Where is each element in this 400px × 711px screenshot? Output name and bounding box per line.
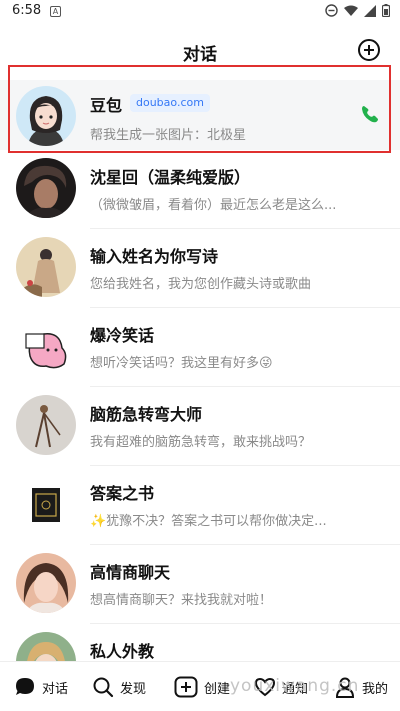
chat-name: 高情商聊天 bbox=[90, 563, 171, 582]
avatar bbox=[16, 474, 76, 534]
chat-item[interactable]: 高情商聊天 想高情商聊天？来找我就对啦！ bbox=[0, 545, 400, 624]
chat-name: 输入姓名为你写诗 bbox=[90, 247, 219, 266]
nav-discover-label: 发现 bbox=[120, 681, 147, 697]
signal-icon bbox=[364, 4, 376, 17]
status-time: 6:58 bbox=[12, 3, 42, 18]
avatar bbox=[16, 237, 76, 297]
chat-preview: 想高情商聊天？来找我就对啦！ bbox=[90, 593, 273, 608]
chat-name: 私人外教 bbox=[90, 642, 155, 661]
do-not-disturb-icon bbox=[325, 4, 338, 17]
chat-list: 豆包 doubao.com 帮我生成一张图片：北极星 沈星回（温柔纯爱版） （微… bbox=[0, 80, 400, 703]
chat-preview: 您给我姓名，我为您创作藏头诗或歌曲 bbox=[90, 277, 312, 292]
chat-item[interactable]: 爆冷笑话 想听冷笑话吗？我这里有好多😜 bbox=[0, 308, 400, 387]
nav-discover[interactable]: 发现 bbox=[92, 676, 146, 698]
nav-create[interactable]: 创建 bbox=[174, 676, 230, 698]
chat-item[interactable]: 脑筋急转弯大师 我有超难的脑筋急转弯，敢来挑战吗？ bbox=[0, 387, 400, 466]
chat-name: 答案之书 bbox=[90, 484, 155, 503]
search-icon bbox=[93, 677, 114, 698]
highlight-box bbox=[8, 65, 391, 153]
status-bar: 6:58 A bbox=[0, 0, 400, 24]
avatar bbox=[16, 316, 76, 376]
status-icons bbox=[325, 4, 390, 17]
add-chat-button[interactable] bbox=[358, 39, 380, 61]
wifi-icon bbox=[344, 5, 358, 16]
nav-create-label: 创建 bbox=[204, 681, 231, 697]
chat-item[interactable]: 答案之书 ✨犹豫不决？答案之书可以帮你做决定... bbox=[0, 466, 400, 545]
page-title: 对话 bbox=[183, 45, 217, 65]
chat-name: 沈星回（温柔纯爱版） bbox=[90, 168, 251, 187]
chat-preview: （微微皱眉，看着你）最近怎么老是这么... bbox=[90, 198, 337, 213]
chat-name: 脑筋急转弯大师 bbox=[90, 405, 203, 424]
watermark: youxiwang.cn bbox=[230, 676, 360, 696]
nav-chat[interactable]: 对话 bbox=[14, 676, 68, 698]
nav-chat-label: 对话 bbox=[42, 681, 69, 697]
chat-bubble-icon bbox=[16, 678, 34, 695]
avatar bbox=[16, 553, 76, 613]
notification-icon: A bbox=[50, 6, 61, 17]
avatar bbox=[16, 158, 76, 218]
battery-icon bbox=[382, 4, 390, 17]
create-icon bbox=[174, 676, 198, 698]
chat-item[interactable]: 沈星回（温柔纯爱版） （微微皱眉，看着你）最近怎么老是这么... bbox=[0, 150, 400, 229]
chat-preview: ✨犹豫不决？答案之书可以帮你做决定... bbox=[90, 514, 327, 529]
chat-preview: 想听冷笑话吗？我这里有好多😜 bbox=[90, 356, 273, 371]
nav-me-label: 我的 bbox=[362, 681, 389, 697]
chat-item[interactable]: 输入姓名为你写诗 您给我姓名，我为您创作藏头诗或歌曲 bbox=[0, 229, 400, 308]
avatar bbox=[16, 395, 76, 455]
chat-name: 爆冷笑话 bbox=[90, 326, 155, 345]
chat-preview: 我有超难的脑筋急转弯，敢来挑战吗？ bbox=[90, 435, 312, 450]
